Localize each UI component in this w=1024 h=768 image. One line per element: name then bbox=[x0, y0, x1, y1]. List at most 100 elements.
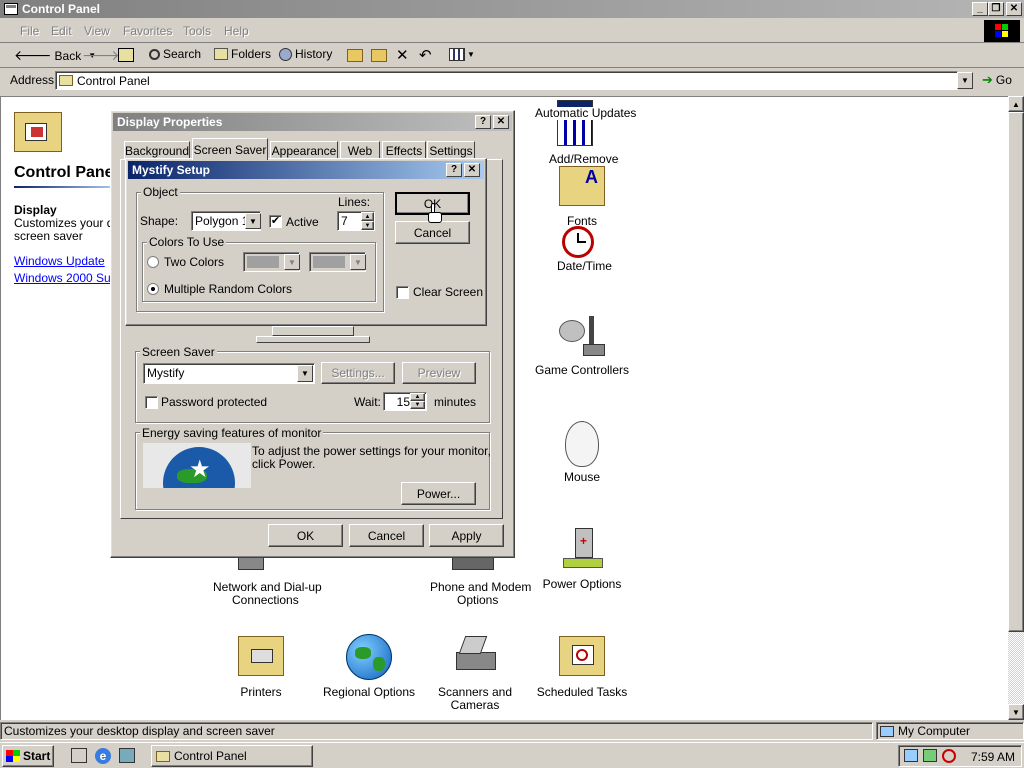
screen-saver-preview-button[interactable]: Preview bbox=[402, 362, 476, 384]
energy-text-2: click Power. bbox=[252, 457, 316, 471]
two-colors-radio[interactable] bbox=[147, 256, 159, 268]
vertical-scrollbar[interactable]: ▲ ▼ bbox=[1008, 96, 1024, 720]
go-button[interactable]: ➔ Go bbox=[982, 72, 1012, 88]
screen-saver-dropdown-button[interactable]: ▼ bbox=[297, 365, 313, 382]
battery-plug-icon: + bbox=[559, 528, 605, 574]
control-panel-large-icon bbox=[14, 112, 62, 152]
mystify-help-button[interactable]: ? bbox=[446, 163, 462, 177]
outlook-express-icon[interactable] bbox=[119, 748, 135, 763]
power-options-item[interactable]: + Power Options bbox=[527, 528, 637, 591]
delete-icon[interactable]: ✕ bbox=[396, 46, 409, 64]
restore-button[interactable]: ❐ bbox=[988, 2, 1004, 16]
status-zone: My Computer bbox=[898, 724, 971, 738]
menu-edit[interactable]: Edit bbox=[51, 24, 72, 38]
undo-icon[interactable]: ↶ bbox=[419, 46, 432, 64]
start-button[interactable]: Start bbox=[2, 745, 54, 767]
taskbar-control-panel-button[interactable]: Control Panel bbox=[151, 745, 313, 767]
windows-2000-support-link[interactable]: Windows 2000 Supp bbox=[14, 271, 124, 285]
display-help-button[interactable]: ? bbox=[475, 115, 491, 129]
game-controllers-item[interactable]: Game Controllers bbox=[527, 314, 637, 377]
wait-spin-up[interactable]: ▲ bbox=[410, 393, 425, 401]
power-button[interactable]: Power... bbox=[401, 482, 476, 505]
menu-favorites[interactable]: Favorites bbox=[123, 24, 172, 38]
close-button[interactable]: ✕ bbox=[1006, 2, 1022, 16]
printers-item[interactable]: Printers bbox=[206, 636, 316, 699]
search-button[interactable]: Search bbox=[149, 47, 201, 61]
minimize-button[interactable]: _ bbox=[972, 2, 988, 16]
scroll-thumb[interactable] bbox=[1008, 112, 1024, 632]
move-to-icon[interactable] bbox=[347, 49, 363, 62]
color-1-dropdown-button[interactable]: ▼ bbox=[284, 254, 300, 270]
wait-spin-down[interactable]: ▼ bbox=[410, 401, 425, 409]
copy-to-icon[interactable] bbox=[371, 49, 387, 62]
speaker-tray-icon[interactable] bbox=[923, 749, 937, 762]
history-button[interactable]: History bbox=[279, 47, 332, 61]
up-folder-icon[interactable] bbox=[118, 48, 134, 62]
mouse-item[interactable]: Mouse bbox=[527, 421, 637, 484]
display-apply-button[interactable]: Apply bbox=[429, 524, 504, 547]
add-remove-label[interactable]: Add/Remove bbox=[549, 152, 618, 166]
network-label-1[interactable]: Network and Dial-up bbox=[213, 580, 322, 594]
menu-tools[interactable]: Tools bbox=[183, 24, 211, 38]
menu-help[interactable]: Help bbox=[224, 24, 249, 38]
my-computer-icon bbox=[880, 725, 894, 737]
network-label-2[interactable]: Connections bbox=[232, 593, 299, 607]
scroll-up-button[interactable]: ▲ bbox=[1008, 96, 1024, 112]
scheduled-tasks-item[interactable]: Scheduled Tasks bbox=[527, 636, 637, 699]
address-input[interactable]: Control Panel bbox=[55, 71, 958, 90]
automatic-updates-item[interactable]: Automatic Updates bbox=[527, 100, 637, 150]
scanners-cameras-item[interactable]: Scanners and Cameras bbox=[420, 634, 530, 712]
phone-label-2[interactable]: Options bbox=[457, 593, 498, 607]
history-icon bbox=[279, 47, 292, 61]
address-label: Address bbox=[10, 73, 55, 87]
shape-dropdown-button[interactable]: ▼ bbox=[245, 213, 261, 229]
show-desktop-icon[interactable] bbox=[71, 748, 87, 763]
left-panel-heading: Display bbox=[14, 203, 57, 217]
active-checkbox[interactable]: ✔ bbox=[269, 215, 282, 228]
mystify-cancel-button[interactable]: Cancel bbox=[395, 221, 470, 244]
windows-update-link[interactable]: Windows Update bbox=[14, 254, 105, 268]
clock-icon bbox=[562, 226, 594, 258]
internet-explorer-icon[interactable]: e bbox=[95, 748, 111, 764]
window-title: Control Panel bbox=[22, 2, 101, 16]
menu-file[interactable]: File bbox=[20, 24, 39, 38]
fonts-item[interactable]: A bbox=[527, 166, 637, 210]
status-text: Customizes your desktop display and scre… bbox=[4, 724, 275, 738]
display-close-button[interactable]: ✕ bbox=[493, 115, 509, 129]
password-protected-checkbox[interactable] bbox=[145, 396, 158, 409]
forward-arrow-icon: 🡒 bbox=[82, 47, 120, 63]
phone-label-1[interactable]: Phone and Modem bbox=[430, 580, 531, 594]
taskbar: Start e Control Panel 7:59 AM bbox=[0, 742, 1024, 768]
shape-label: Shape: bbox=[140, 214, 179, 228]
folders-icon bbox=[214, 48, 228, 60]
tab-screen-saver[interactable]: Screen Saver bbox=[192, 138, 268, 160]
lines-spin-down[interactable]: ▼ bbox=[361, 221, 374, 230]
folders-button[interactable]: Folders bbox=[214, 47, 271, 61]
regional-options-item[interactable]: Regional Options bbox=[314, 634, 424, 699]
go-arrow-icon: ➔ bbox=[982, 72, 993, 87]
lines-spin-up[interactable]: ▲ bbox=[361, 212, 374, 221]
window-title-bar: Control Panel bbox=[0, 0, 1024, 18]
color-2-dropdown-button[interactable]: ▼ bbox=[350, 254, 366, 270]
control-panel-small-icon bbox=[156, 750, 170, 762]
clear-screen-checkbox[interactable] bbox=[396, 286, 409, 299]
display-properties-title-bar: Display Properties bbox=[113, 113, 512, 131]
power-tray-icon[interactable] bbox=[942, 749, 956, 763]
multiple-colors-radio[interactable] bbox=[147, 283, 159, 295]
menu-view[interactable]: View bbox=[84, 24, 110, 38]
address-dropdown-button[interactable]: ▼ bbox=[957, 72, 973, 89]
monitor-stand bbox=[272, 326, 354, 336]
network-tray-icon[interactable] bbox=[904, 749, 918, 762]
left-panel-title: Control Panel bbox=[14, 164, 119, 181]
mystify-close-button[interactable]: ✕ bbox=[464, 163, 480, 177]
screen-saver-group-label: Screen Saver bbox=[140, 345, 217, 359]
display-cancel-button[interactable]: Cancel bbox=[349, 524, 424, 547]
display-ok-button[interactable]: OK bbox=[268, 524, 343, 547]
date-time-label[interactable]: Date/Time bbox=[557, 259, 612, 273]
screen-saver-select[interactable]: Mystify bbox=[143, 363, 315, 384]
views-icon[interactable]: ▼ bbox=[449, 48, 475, 61]
windows-flag-icon bbox=[6, 750, 20, 762]
back-arrow-icon: 🡐 bbox=[14, 47, 52, 63]
scroll-down-button[interactable]: ▼ bbox=[1008, 704, 1024, 720]
screen-saver-settings-button[interactable]: Settings... bbox=[321, 362, 395, 384]
